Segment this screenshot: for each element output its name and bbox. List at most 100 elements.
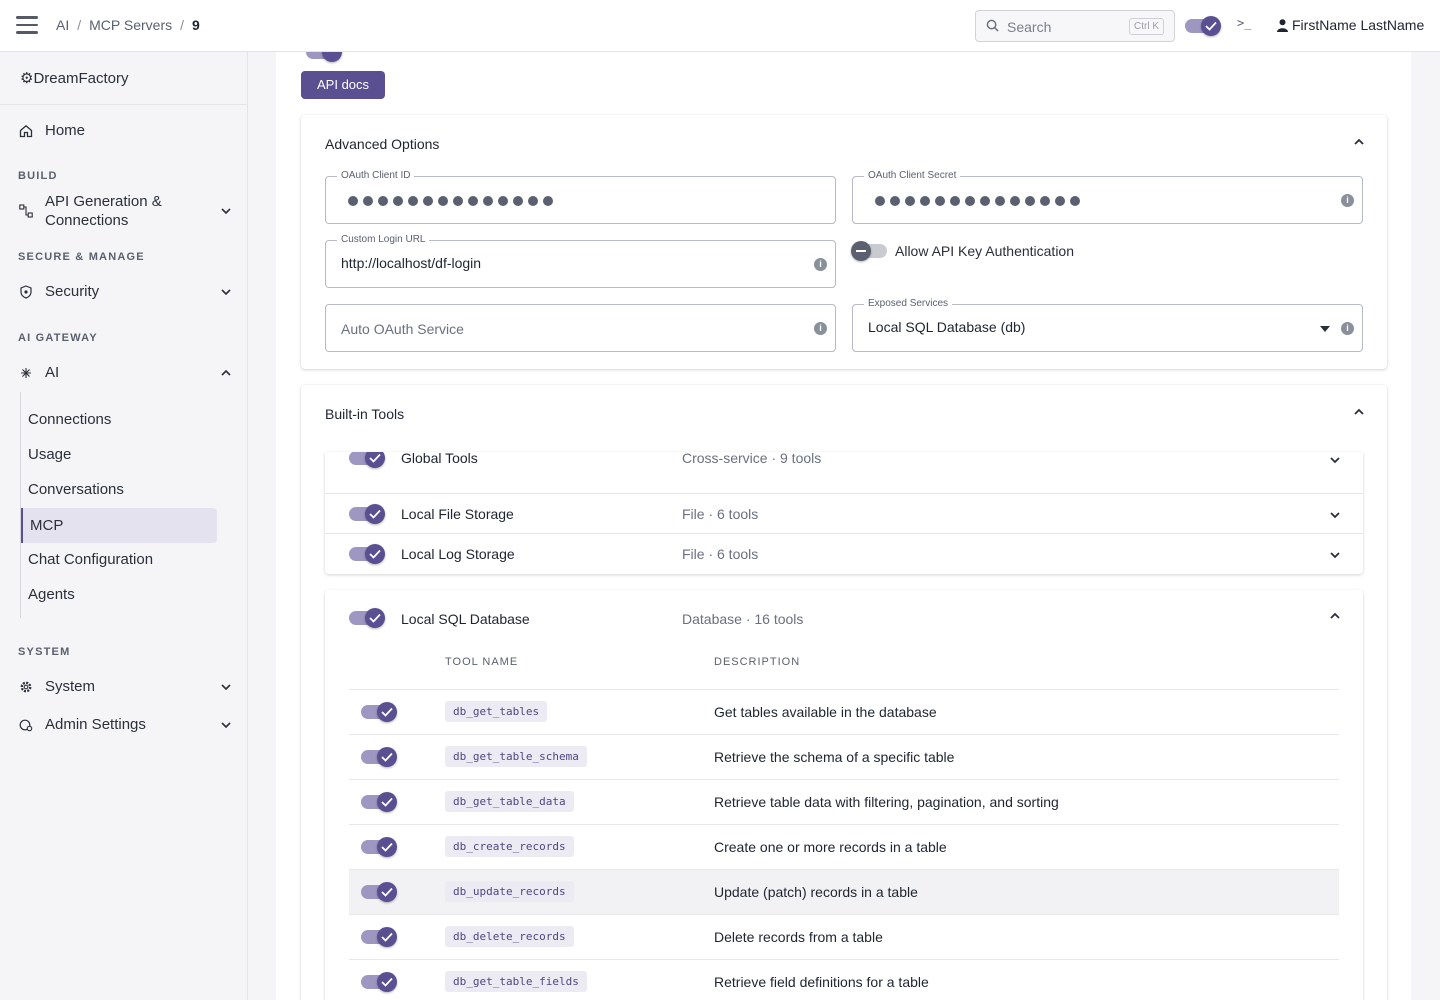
info-icon[interactable]: i [1341,322,1354,335]
tool-description: Retrieve the schema of a specific table [714,749,955,765]
sidebar-item-mcp[interactable]: MCP [21,508,217,543]
chevron-down-icon[interactable] [1329,509,1341,521]
sidebar-item-connections[interactable]: Connections [20,402,216,437]
info-icon[interactable]: i [814,258,827,271]
sidebar-item-admin-settings[interactable]: Admin Settings [18,716,232,733]
oauth-client-id-field[interactable]: OAuth Client ID [325,170,836,224]
sidebar-item-system[interactable]: System [18,678,232,695]
service-toggle[interactable] [349,452,385,468]
sidebar-item-agents[interactable]: Agents [20,577,216,612]
breadcrumb: AI / MCP Servers / 9 [56,17,200,33]
tool-toggle[interactable] [361,972,397,992]
chevron-down-icon[interactable] [1329,454,1341,466]
list-item-local-log-storage[interactable]: Local Log Storage File · 6 tools [325,534,1363,574]
gear-icon: ⚙ [20,70,34,87]
sidebar-item-label: Admin Settings [45,716,146,733]
chevron-down-icon [221,721,231,728]
sidebar-item-chat-configuration[interactable]: Chat Configuration [20,542,216,577]
table-row[interactable]: db_get_table_schema Retrieve the schema … [349,734,1339,779]
sidebar-item-label: Security [45,283,100,300]
list-item-global-tools[interactable]: Global Tools Cross-service · 9 tools [325,452,1363,494]
info-icon[interactable]: i [1341,194,1354,207]
tool-toggle[interactable] [361,882,397,902]
terminal-icon[interactable]: >_ [1237,16,1251,30]
sidebar-item-label: AI [45,364,60,381]
tools-table: TOOL NAME DESCRIPTION db_get_tables Get … [349,646,1339,1000]
chevron-down-icon[interactable] [1329,549,1341,561]
sidebar-item-api-generation[interactable]: API Generation & Connections [18,192,232,230]
tool-toggle[interactable] [361,927,397,947]
tool-toggle[interactable] [361,747,397,767]
chevron-up-icon[interactable] [1329,610,1341,622]
auto-oauth-service-field[interactable]: Auto OAuth Service i [325,304,836,352]
sidebar-item-conversations[interactable]: Conversations [20,472,216,507]
service-name: Local SQL Database [401,611,530,627]
field-label: OAuth Client ID [337,170,415,181]
sidebar-item-usage[interactable]: Usage [20,437,216,472]
shield-icon [18,284,34,300]
builtin-tools-card: Built-in Tools Global Tools Cross-servic… [301,385,1387,1000]
list-item-local-sql-database[interactable]: Local SQL Database Database · 16 tools [325,590,1363,646]
chevron-up-icon [221,369,231,376]
tool-name: db_get_table_data [445,791,574,812]
allow-api-key-toggle[interactable]: Allow API Key Authentication [851,241,1074,261]
breadcrumb-mcp-servers[interactable]: MCP Servers [89,17,172,33]
service-toggle[interactable] [349,544,385,564]
table-row[interactable]: db_get_tables Get tables available in th… [349,689,1339,734]
exposed-services-select[interactable]: Exposed Services Local SQL Database (db)… [852,298,1363,352]
service-toggle[interactable] [349,504,385,524]
sidebar-item-security[interactable]: Security [18,283,232,300]
section-build: BUILD [18,170,58,182]
tool-description: Get tables available in the database [714,704,937,720]
exposed-services-value: Local SQL Database (db) [868,319,1026,335]
field-label: OAuth Client Secret [864,170,961,181]
chevron-down-icon [221,208,231,215]
sidebar-item-home[interactable]: Home [18,122,232,139]
section-ai-gateway: AI GATEWAY [18,332,98,344]
table-row[interactable]: db_get_table_fields Retrieve field defin… [349,959,1339,1000]
divider [0,104,247,105]
service-meta: File · 6 tools [682,506,759,522]
menu-icon[interactable] [16,16,38,34]
info-icon[interactable]: i [814,322,827,335]
tool-name: db_create_records [445,836,574,857]
search-shortcut: Ctrl K [1129,18,1164,35]
advanced-options-title: Advanced Options [325,136,440,152]
table-row[interactable]: db_delete_records Delete records from a … [349,914,1339,959]
table-row[interactable]: db_get_table_data Retrieve table data wi… [349,779,1339,824]
brand-logo[interactable]: ⚙DreamFactory [20,69,128,87]
tool-toggle[interactable] [361,702,397,722]
service-active-toggle[interactable] [306,52,342,67]
sidebar-item-ai[interactable]: AI [18,364,232,381]
search-input[interactable]: Search Ctrl K [975,10,1175,42]
sidebar: ⚙DreamFactory Home BUILD API Generation … [0,52,248,1000]
chevron-up-icon[interactable] [1353,406,1365,418]
tool-description: Create one or more records in a table [714,839,947,855]
table-row[interactable]: db_create_records Create one or more rec… [349,824,1339,869]
oauth-client-secret-field[interactable]: OAuth Client Secret i [852,170,1363,224]
custom-login-url-field[interactable]: Custom Login URL http://localhost/df-log… [325,234,836,288]
breadcrumb-current: 9 [192,17,200,33]
dropdown-arrow-icon [1320,326,1330,332]
search-icon [986,19,999,32]
service-toggle[interactable] [349,608,385,628]
section-secure: SECURE & MANAGE [18,251,145,263]
list-item-local-file-storage[interactable]: Local File Storage File · 6 tools [325,494,1363,534]
theme-toggle[interactable] [1185,16,1221,41]
section-system: SYSTEM [18,646,71,658]
auto-oauth-placeholder: Auto OAuth Service [341,321,464,337]
service-meta: Cross-service · 9 tools [682,452,822,466]
user-menu[interactable]: FirstName LastName [1277,17,1424,33]
masked-value [875,196,1080,206]
sidebar-item-label: Home [45,122,86,139]
field-label: Exposed Services [864,298,953,309]
tool-toggle[interactable] [361,792,397,812]
services-list: Global Tools Cross-service · 9 tools Loc… [325,452,1363,574]
api-docs-button[interactable]: API docs [301,71,386,99]
chevron-up-icon[interactable] [1353,136,1365,148]
tool-toggle[interactable] [361,837,397,857]
tool-name: db_get_table_schema [445,746,587,767]
tool-name: db_update_records [445,881,574,902]
breadcrumb-ai[interactable]: AI [56,17,69,33]
table-row[interactable]: db_update_records Update (patch) records… [349,869,1339,914]
